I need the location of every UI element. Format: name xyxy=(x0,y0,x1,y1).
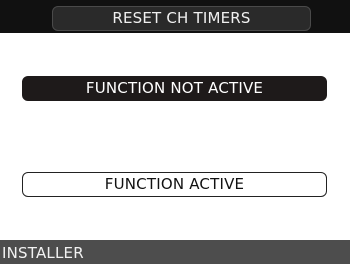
option-function-active[interactable]: FUNCTION ACTIVE xyxy=(22,172,327,197)
page-title: RESET CH TIMERS xyxy=(52,6,311,31)
display-screen: RESET CH TIMERS FUNCTION NOT ACTIVE FUNC… xyxy=(0,0,350,264)
header-bar: RESET CH TIMERS xyxy=(0,0,350,33)
option-function-not-active[interactable]: FUNCTION NOT ACTIVE xyxy=(22,76,327,101)
footer-mode-label: INSTALLER xyxy=(0,240,350,264)
